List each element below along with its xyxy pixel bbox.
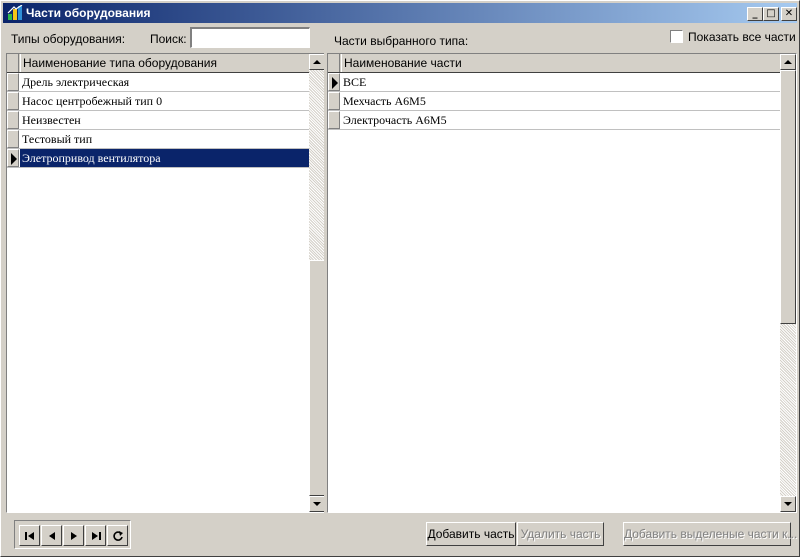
right-vertical-scrollbar[interactable] xyxy=(780,54,796,512)
add-part-button[interactable]: Добавить часть xyxy=(426,522,516,546)
table-row-current[interactable]: ВСЕ xyxy=(328,73,780,92)
nav-first-button[interactable] xyxy=(19,525,40,546)
minimize-icon: _ xyxy=(752,8,758,19)
row-cell-part-name: ВСЕ xyxy=(343,75,367,89)
row-indicator xyxy=(328,92,340,110)
table-row-selected[interactable]: Элетропривод вентилятора xyxy=(7,149,309,168)
prev-record-icon xyxy=(49,532,55,540)
title-bar[interactable]: Части оборудования _ □ ✕ xyxy=(3,3,797,23)
row-cell-type-name: Неизвестен xyxy=(22,113,81,127)
arrow-up-icon xyxy=(784,60,792,64)
row-indicator xyxy=(328,73,340,91)
refresh-icon xyxy=(113,531,123,541)
table-row[interactable]: Насос центробежный тип 0 xyxy=(7,92,309,111)
header-indicator xyxy=(328,54,340,72)
first-record-icon xyxy=(25,532,34,540)
row-cell-type-name: Тестовый тип xyxy=(22,132,93,146)
scroll-thumb[interactable] xyxy=(780,70,796,324)
scroll-up-button[interactable] xyxy=(309,54,324,70)
column-header-part-name[interactable]: Наименование части xyxy=(341,54,780,72)
left-vertical-scrollbar[interactable] xyxy=(309,54,324,512)
row-indicator xyxy=(7,149,19,167)
nav-prev-button[interactable] xyxy=(41,525,62,546)
row-indicator xyxy=(7,130,19,148)
column-header-type-name[interactable]: Наименование типа оборудования xyxy=(20,54,309,72)
table-row[interactable]: Тестовый тип xyxy=(7,130,309,149)
header-indicator xyxy=(7,54,19,72)
row-indicator xyxy=(7,73,19,91)
minimize-button[interactable]: _ xyxy=(747,7,763,21)
row-cell-part-name: Мехчасть А6М5 xyxy=(343,94,426,108)
grid-header: Наименование типа оборудования xyxy=(7,54,309,73)
last-record-icon xyxy=(92,532,101,540)
close-button[interactable]: ✕ xyxy=(781,7,797,21)
maximize-button[interactable]: □ xyxy=(763,7,779,21)
grid-header: Наименование части xyxy=(328,54,780,73)
row-cell-type-name: Насос центробежный тип 0 xyxy=(22,94,163,108)
nav-last-button[interactable] xyxy=(85,525,106,546)
scroll-down-button[interactable] xyxy=(780,496,796,512)
maximize-icon: □ xyxy=(766,8,776,19)
arrow-down-icon xyxy=(313,502,321,506)
table-row[interactable]: Электрочасть А6М5 xyxy=(328,111,780,130)
parts-label: Части выбранного типа: xyxy=(334,34,469,48)
add-selected-parts-button[interactable]: Добавить выделеные части к... xyxy=(623,522,797,546)
scroll-down-button[interactable] xyxy=(309,496,324,512)
delete-part-button[interactable]: Удалить часть xyxy=(517,522,604,546)
table-row[interactable]: Мехчасть А6М5 xyxy=(328,92,780,111)
nav-next-button[interactable] xyxy=(63,525,84,546)
row-cell-type-name: Элетропривод вентилятора xyxy=(20,149,309,167)
close-icon: ✕ xyxy=(784,8,794,19)
row-cell-type-name: Дрель электрическая xyxy=(22,75,130,89)
equipment-types-grid[interactable]: Наименование типа оборудования Дрель эле… xyxy=(6,53,325,513)
current-row-icon xyxy=(11,153,17,165)
scroll-up-button[interactable] xyxy=(780,54,796,70)
row-indicator xyxy=(7,92,19,110)
search-input[interactable] xyxy=(190,27,310,48)
row-indicator xyxy=(7,111,19,129)
window: Части оборудования _ □ ✕ Типы оборудован… xyxy=(0,0,800,557)
row-cell-part-name: Электрочасть А6М5 xyxy=(343,113,447,127)
arrow-up-icon xyxy=(313,60,321,64)
show-all-label[interactable]: Показать все части xyxy=(688,30,796,44)
row-indicator xyxy=(328,111,340,129)
window-title: Части оборудования xyxy=(26,6,151,20)
types-label: Типы оборудования: xyxy=(11,32,126,46)
scroll-thumb[interactable] xyxy=(309,260,324,496)
search-label: Поиск: xyxy=(150,32,187,46)
table-row[interactable]: Дрель электрическая xyxy=(7,73,309,92)
show-all-checkbox[interactable] xyxy=(670,30,683,43)
current-row-icon xyxy=(332,77,338,89)
nav-refresh-button[interactable] xyxy=(107,525,128,546)
app-equipment-icon xyxy=(7,5,23,20)
table-row[interactable]: Неизвестен xyxy=(7,111,309,130)
next-record-icon xyxy=(71,532,77,540)
parts-grid[interactable]: Наименование части ВСЕ Мехчасть А6М5 Эле… xyxy=(327,53,797,513)
record-navigator xyxy=(14,520,131,549)
arrow-down-icon xyxy=(784,502,792,506)
